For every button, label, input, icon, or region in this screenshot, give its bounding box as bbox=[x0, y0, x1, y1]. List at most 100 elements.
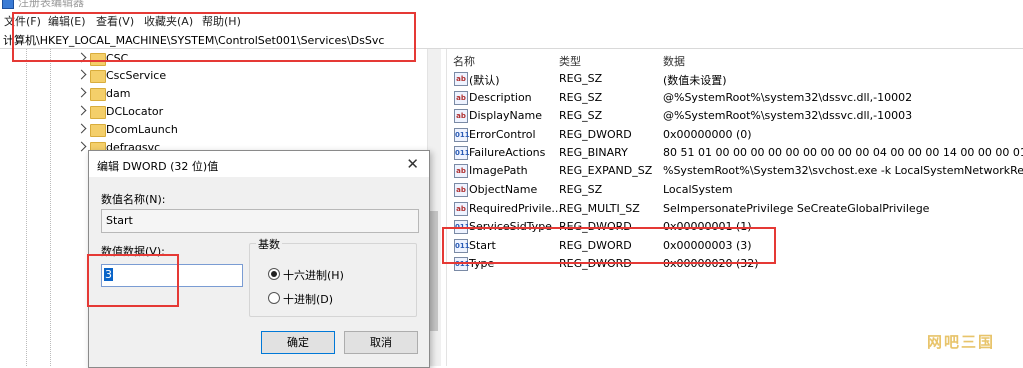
menu-view[interactable]: 查看(V) bbox=[96, 13, 134, 29]
string-value-icon: ab bbox=[454, 183, 468, 197]
value-row[interactable]: ab DisplayName REG_SZ @%SystemRoot%\syst… bbox=[447, 107, 1023, 125]
binary-value-icon: 011 bbox=[454, 257, 470, 271]
chevron-right-icon[interactable] bbox=[76, 52, 87, 63]
close-icon[interactable]: ✕ bbox=[406, 155, 419, 173]
chevron-right-icon[interactable] bbox=[76, 69, 87, 80]
menu-bar: 文件(F) 编辑(E) 查看(V) 收藏夹(A) 帮助(H) bbox=[0, 12, 1023, 28]
window-title: 注册表编辑器 bbox=[18, 0, 84, 9]
value-row-start[interactable]: 011 Start REG_DWORD 0x00000003 (3) bbox=[447, 237, 1023, 255]
value-type: REG_SZ bbox=[559, 72, 603, 85]
value-name: DisplayName bbox=[469, 109, 542, 122]
radio-hex-label[interactable]: 十六进制(H) bbox=[283, 267, 344, 283]
edit-dword-dialog: 编辑 DWORD (32 位)值 ✕ 数值名称(N): Start 数值数据(V… bbox=[88, 150, 430, 368]
value-type: REG_DWORD bbox=[559, 257, 632, 270]
value-name: Description bbox=[469, 91, 532, 104]
value-data: 0x00000003 (3) bbox=[663, 239, 752, 252]
value-type: REG_SZ bbox=[559, 91, 603, 104]
value-name: Type bbox=[469, 257, 495, 270]
value-row[interactable]: ab ImagePath REG_EXPAND_SZ %SystemRoot%\… bbox=[447, 162, 1023, 180]
string-value-icon: ab bbox=[454, 72, 468, 86]
value-data: 80 51 01 00 00 00 00 00 00 00 00 00 04 0… bbox=[663, 146, 1023, 159]
cancel-button[interactable]: 取消 bbox=[344, 331, 418, 354]
folder-icon bbox=[90, 70, 106, 83]
folder-icon bbox=[90, 88, 106, 101]
menu-edit[interactable]: 编辑(E) bbox=[48, 13, 86, 29]
value-data: 0x00000001 (1) bbox=[663, 220, 752, 233]
scrollbar-thumb[interactable] bbox=[430, 211, 438, 331]
value-row[interactable]: 011 Type REG_DWORD 0x00000020 (32) bbox=[447, 255, 1023, 273]
value-row[interactable]: 011 ServiceSidType REG_DWORD 0x00000001 … bbox=[447, 218, 1023, 236]
radio-hex[interactable] bbox=[268, 268, 280, 280]
value-data-input[interactable]: 3 bbox=[101, 264, 243, 287]
value-name: ImagePath bbox=[469, 164, 528, 177]
tree-item-label: DCLocator bbox=[106, 105, 164, 118]
chevron-right-icon[interactable] bbox=[76, 87, 87, 98]
tree-item-label: DcomLaunch bbox=[106, 123, 178, 136]
value-type: REG_SZ bbox=[559, 109, 603, 122]
folder-icon bbox=[90, 124, 106, 137]
value-data: @%SystemRoot%\system32\dssvc.dll,-10002 bbox=[663, 91, 913, 104]
string-value-icon: ab bbox=[454, 202, 468, 216]
dialog-titlebar[interactable]: 编辑 DWORD (32 位)值 ✕ bbox=[89, 151, 429, 177]
value-name: RequiredPrivile... bbox=[469, 202, 562, 215]
values-list: 名称 类型 数据 ab (默认) REG_SZ (数值未设置) ab Descr… bbox=[446, 49, 1023, 366]
value-row[interactable]: ab RequiredPrivile... REG_MULTI_SZ SeImp… bbox=[447, 200, 1023, 218]
value-name: FailureActions bbox=[469, 146, 546, 159]
value-type: REG_DWORD bbox=[559, 239, 632, 252]
value-data: %SystemRoot%\System32\svchost.exe -k Loc… bbox=[663, 164, 1023, 177]
value-type: REG_BINARY bbox=[559, 146, 628, 159]
watermark-logo: 网吧三国 bbox=[926, 333, 995, 351]
value-data: (数值未设置) bbox=[663, 74, 727, 87]
column-header-data[interactable]: 数据 bbox=[663, 53, 685, 69]
ok-button[interactable]: 确定 bbox=[261, 331, 335, 354]
address-path[interactable]: 计算机\HKEY_LOCAL_MACHINE\SYSTEM\ControlSet… bbox=[3, 32, 384, 48]
value-data: SeImpersonatePrivilege SeCreateGlobalPri… bbox=[663, 202, 930, 215]
window-titlebar: 注册表编辑器 bbox=[0, 0, 1023, 12]
chevron-right-icon[interactable] bbox=[76, 141, 87, 152]
binary-value-icon: 011 bbox=[454, 220, 470, 234]
value-type: REG_DWORD bbox=[559, 220, 632, 233]
tree-guide-line bbox=[26, 49, 27, 366]
string-value-icon: ab bbox=[454, 164, 468, 178]
folder-icon bbox=[90, 53, 106, 66]
tree-item-label: CscService bbox=[106, 69, 167, 82]
value-type: REG_DWORD bbox=[559, 128, 632, 141]
radio-decimal[interactable] bbox=[268, 292, 280, 304]
menu-help[interactable]: 帮助(H) bbox=[202, 13, 241, 29]
binary-value-icon: 011 bbox=[454, 239, 470, 253]
value-row[interactable]: ab ObjectName REG_SZ LocalSystem bbox=[447, 181, 1023, 199]
tree-guide-line bbox=[50, 49, 51, 366]
value-type: REG_MULTI_SZ bbox=[559, 202, 640, 215]
value-data: 0x00000020 (32) bbox=[663, 257, 759, 270]
menu-favorites[interactable]: 收藏夹(A) bbox=[144, 13, 193, 29]
radio-decimal-label[interactable]: 十进制(D) bbox=[283, 291, 333, 307]
value-name-text: Start bbox=[106, 214, 133, 227]
value-data-label: 数值数据(V): bbox=[101, 245, 165, 258]
folder-icon bbox=[90, 106, 106, 119]
value-data: 0x00000000 (0) bbox=[663, 128, 752, 141]
dialog-title: 编辑 DWORD (32 位)值 bbox=[97, 160, 219, 173]
tree-item-label: dam bbox=[106, 87, 131, 100]
value-row[interactable]: ab Description REG_SZ @%SystemRoot%\syst… bbox=[447, 89, 1023, 107]
value-row[interactable]: 011 FailureActions REG_BINARY 80 51 01 0… bbox=[447, 144, 1023, 162]
value-type: REG_SZ bbox=[559, 183, 603, 196]
address-bar[interactable]: 计算机\HKEY_LOCAL_MACHINE\SYSTEM\ControlSet… bbox=[0, 30, 1023, 49]
value-row[interactable]: 011 ErrorControl REG_DWORD 0x00000000 (0… bbox=[447, 126, 1023, 144]
value-name-label: 数值名称(N): bbox=[101, 193, 166, 206]
column-header-type[interactable]: 类型 bbox=[559, 53, 581, 69]
tree-item-label: CSC bbox=[106, 52, 129, 65]
value-row[interactable]: ab (默认) REG_SZ (数值未设置) bbox=[447, 70, 1023, 88]
chevron-right-icon[interactable] bbox=[76, 123, 87, 134]
value-name: ObjectName bbox=[469, 183, 538, 196]
binary-value-icon: 011 bbox=[454, 128, 470, 142]
base-group: 基数 十六进制(H) 十进制(D) bbox=[249, 236, 417, 317]
string-value-icon: ab bbox=[454, 109, 468, 123]
menu-file[interactable]: 文件(F) bbox=[4, 13, 41, 29]
column-header-name[interactable]: 名称 bbox=[453, 53, 475, 69]
value-type: REG_EXPAND_SZ bbox=[559, 164, 653, 177]
value-name: ErrorControl bbox=[469, 128, 536, 141]
value-data: @%SystemRoot%\system32\dssvc.dll,-10003 bbox=[663, 109, 913, 122]
chevron-right-icon[interactable] bbox=[76, 105, 87, 116]
value-name: ServiceSidType bbox=[469, 220, 552, 233]
value-name: Start bbox=[469, 239, 496, 252]
